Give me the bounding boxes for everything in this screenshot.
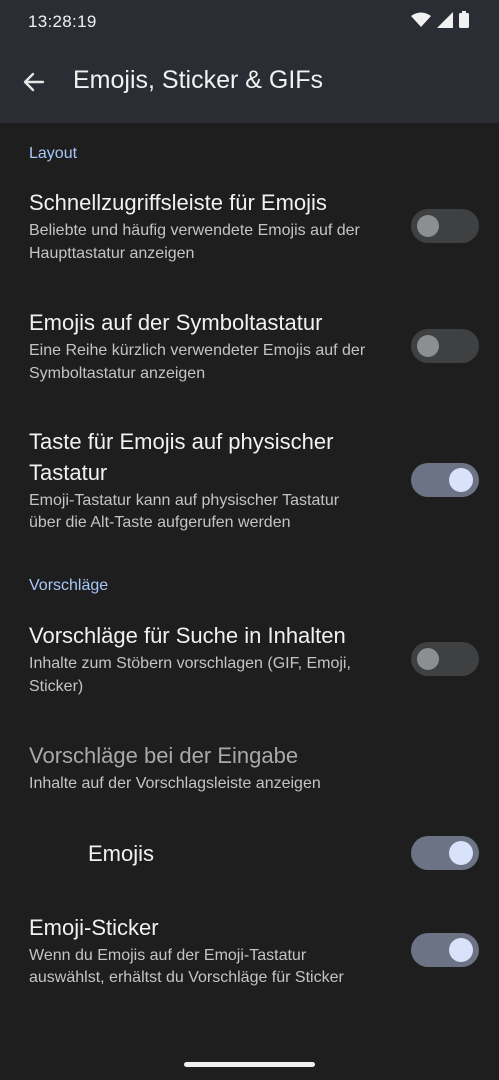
setting-title: Emoji-Sticker [29, 915, 159, 940]
toggle-switch[interactable] [411, 836, 479, 870]
setting-subtitle: Inhalte auf der Vorschlagsleiste anzeige… [29, 775, 321, 792]
setting-subtitle-line2: über die Alt-Taste aufgerufen werden [29, 514, 291, 531]
setting-subtitle-line1: Emoji-Tastatur kann auf physischer Tasta… [29, 492, 340, 509]
setting-subtitle-line2: Sticker) [29, 678, 84, 695]
toggle-switch[interactable] [411, 933, 479, 967]
app-bar: Emojis, Sticker & GIFs [0, 44, 499, 123]
setting-emoji-quick-access-bar[interactable]: Schnellzugriffsleiste für Emojis Beliebt… [0, 186, 499, 286]
setting-title-line1: Taste für Emojis auf physischer [29, 429, 334, 454]
setting-subtitle-line1: Eine Reihe kürzlich verwendeter Emojis a… [29, 342, 366, 359]
setting-emojis-suggestions[interactable]: Emojis [0, 836, 499, 876]
section-header-suggestions: Vorschläge [29, 577, 109, 594]
setting-emoji-stickers[interactable]: Emoji-Sticker Wenn du Emojis auf der Emo… [0, 911, 499, 1001]
setting-title: Vorschläge bei der Eingabe [29, 743, 299, 768]
toggle-knob [417, 335, 439, 357]
toggle-switch[interactable] [411, 329, 479, 363]
setting-title: Emojis auf der Symboltastatur [29, 310, 323, 335]
toggle-knob [417, 215, 439, 237]
setting-subtitle-line1: Beliebte und häufig verwendete Emojis au… [29, 222, 360, 239]
status-time: 13:28:19 [28, 12, 97, 31]
setting-emoji-key-physical-keyboard[interactable]: Taste für Emojis auf physischer Tastatur… [0, 425, 499, 545]
setting-content-search-suggestions[interactable]: Vorschläge für Suche in Inhalten Inhalte… [0, 619, 499, 719]
setting-title: Emojis [88, 841, 155, 866]
toggle-knob [449, 841, 473, 865]
toggle-switch[interactable] [411, 209, 479, 243]
status-bar: 13:28:19 [0, 0, 499, 44]
section-header-layout: Layout [29, 145, 78, 162]
setting-subtitle-line2: Symboltastatur anzeigen [29, 365, 206, 382]
setting-subtitle-line2: auswählst, erhältst du Vorschläge für St… [29, 969, 344, 986]
back-button[interactable] [20, 68, 48, 96]
navigation-handle[interactable] [184, 1062, 315, 1067]
setting-subtitle-line1: Inhalte zum Stöbern vorschlagen (GIF, Em… [29, 655, 351, 672]
setting-title: Vorschläge für Suche in Inhalten [29, 623, 346, 648]
setting-emojis-symbol-keyboard[interactable]: Emojis auf der Symboltastatur Eine Reihe… [0, 306, 499, 406]
setting-typing-suggestions: Vorschläge bei der Eingabe Inhalte auf d… [0, 739, 499, 809]
toggle-knob [449, 468, 473, 492]
toggle-knob [449, 938, 473, 962]
battery-icon [459, 11, 469, 33]
cell-signal-icon [437, 11, 453, 33]
wifi-icon [411, 12, 431, 33]
setting-subtitle-line2: Haupttastatur anzeigen [29, 245, 195, 262]
page-title: Emojis, Sticker & GIFs [73, 66, 324, 94]
status-icons [411, 11, 469, 33]
toggle-switch[interactable] [411, 642, 479, 676]
setting-title-line2: Tastatur [29, 460, 108, 485]
toggle-switch[interactable] [411, 463, 479, 497]
toggle-knob [417, 648, 439, 670]
arrow-left-icon [23, 72, 45, 92]
setting-title: Schnellzugriffsleiste für Emojis [29, 190, 327, 215]
setting-subtitle-line1: Wenn du Emojis auf der Emoji-Tastatur [29, 947, 307, 964]
